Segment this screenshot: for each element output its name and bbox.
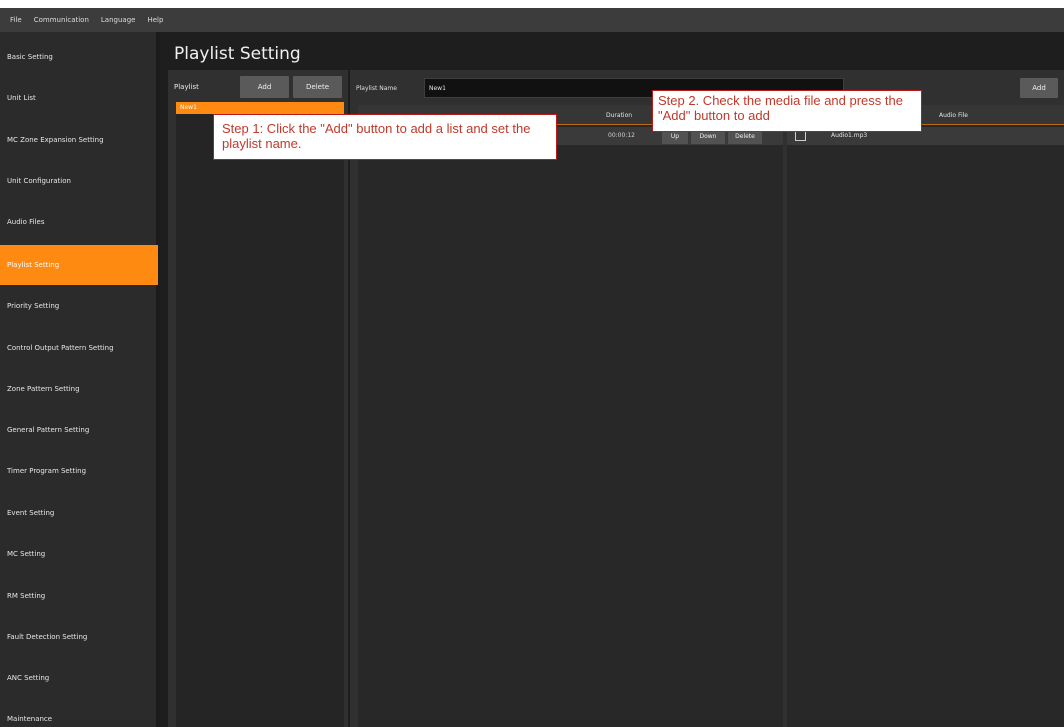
sidebar-item-anc-setting[interactable]: ANC Setting — [0, 658, 158, 698]
sidebar-item-label: Control Output Pattern Setting — [7, 344, 114, 352]
sidebar-item-mc-setting[interactable]: MC Setting — [0, 534, 158, 574]
playlist-item[interactable]: New1 — [176, 102, 344, 114]
sidebar-item-label: Zone Pattern Setting — [7, 385, 80, 393]
audio-file-column-header: Audio File — [939, 112, 969, 119]
sidebar-item-basic-setting[interactable]: Basic Setting — [0, 37, 158, 77]
playlist-panel: Playlist Add Delete New1 — [168, 70, 348, 727]
sidebar-item-priority-setting[interactable]: Priority Setting — [0, 286, 158, 326]
sidebar-item-label: RM Setting — [7, 592, 46, 600]
menu-file[interactable]: File — [10, 16, 22, 24]
menu-communication[interactable]: Communication — [34, 16, 89, 24]
page-title: Playlist Setting — [174, 44, 301, 64]
menu-help[interactable]: Help — [147, 16, 163, 24]
playlist-list: New1 — [176, 102, 344, 727]
add-playlist-button[interactable]: Add — [240, 76, 289, 98]
sidebar-item-label: General Pattern Setting — [7, 426, 90, 434]
sidebar-item-zone-pattern[interactable]: Zone Pattern Setting — [0, 369, 158, 409]
sidebar-item-label: Basic Setting — [7, 53, 53, 61]
sidebar-item-control-output-pattern[interactable]: Control Output Pattern Setting — [0, 328, 158, 368]
sidebar-item-label: Playlist Setting — [7, 261, 60, 269]
sidebar-item-audio-files[interactable]: Audio Files — [0, 202, 158, 242]
sidebar-item-label: Audio Files — [7, 218, 45, 226]
sidebar-item-timer-program[interactable]: Timer Program Setting — [0, 451, 158, 491]
sidebar-item-maintenance[interactable]: Maintenance — [0, 699, 158, 727]
sidebar-item-general-pattern[interactable]: General Pattern Setting — [0, 410, 158, 450]
sidebar-item-fault-detection[interactable]: Fault Detection Setting — [0, 617, 158, 657]
playlist-name-label: Playlist Name — [356, 85, 397, 92]
sidebar-item-mc-zone-expansion[interactable]: MC Zone Expansion Setting — [0, 120, 158, 160]
callout-step1: Step 1: Click the "Add" button to add a … — [213, 114, 557, 160]
sidebar-item-label: Unit List — [7, 94, 36, 102]
sidebar-item-label: Unit Configuration — [7, 177, 71, 185]
audio-file-table: Audio File Audio1.mp3 — [787, 105, 1064, 727]
duration-column-header: Duration — [606, 112, 633, 119]
sidebar: Basic Setting Unit List MC Zone Expansio… — [0, 32, 158, 727]
sidebar-item-label: ANC Setting — [7, 674, 50, 682]
sidebar-item-label: Priority Setting — [7, 302, 60, 310]
add-media-button[interactable]: Add — [1020, 78, 1058, 98]
sidebar-item-unit-configuration[interactable]: Unit Configuration — [0, 161, 158, 201]
duration-value: 00:00:12 — [608, 132, 635, 139]
sidebar-item-label: MC Zone Expansion Setting — [7, 136, 104, 144]
sidebar-item-rm-setting[interactable]: RM Setting — [0, 576, 158, 616]
menu-language[interactable]: Language — [101, 16, 136, 24]
playlist-media-table: Duration 00:00:12 Up Down Delete — [358, 105, 783, 727]
sidebar-item-label: Timer Program Setting — [7, 467, 87, 475]
sidebar-item-label: MC Setting — [7, 550, 46, 558]
playlist-label: Playlist — [174, 83, 199, 91]
sidebar-item-label: Event Setting — [7, 509, 55, 517]
sidebar-item-unit-list[interactable]: Unit List — [0, 78, 158, 118]
playlist-detail-panel: Playlist Name Add Duration 00:00:12 Up D… — [350, 70, 1064, 727]
sidebar-item-label: Maintenance — [7, 715, 53, 723]
delete-playlist-button[interactable]: Delete — [293, 76, 342, 98]
sidebar-item-playlist-setting[interactable]: Playlist Setting — [0, 245, 158, 285]
menu-bar: File Communication Language Help — [0, 8, 1064, 32]
audio-file-name: Audio1.mp3 — [831, 132, 868, 139]
sidebar-item-event-setting[interactable]: Event Setting — [0, 493, 158, 533]
callout-step2: Step 2. Check the media file and press t… — [652, 90, 922, 132]
sidebar-item-label: Fault Detection Setting — [7, 633, 88, 641]
